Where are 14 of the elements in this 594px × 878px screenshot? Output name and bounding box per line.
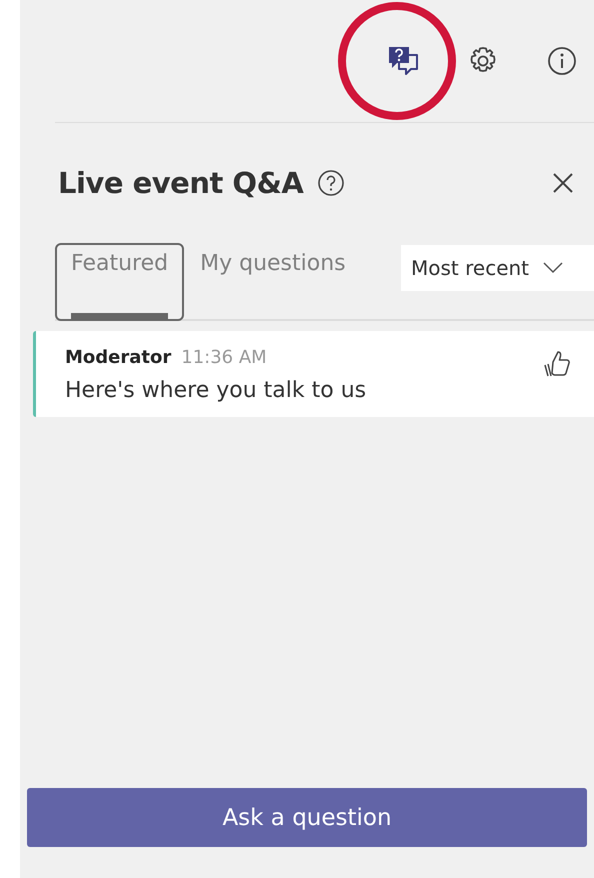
question-text: Here's where you talk to us [65, 378, 366, 403]
ask-question-button[interactable]: Ask a question [27, 788, 587, 847]
question-chat-icon [389, 47, 418, 75]
author-name: Moderator [65, 347, 172, 368]
tab[interactable]: My questions [184, 243, 362, 321]
panel-title: Live event Q&A [58, 166, 304, 200]
info-icon [548, 47, 576, 75]
timestamp: 11:36 AM [181, 347, 267, 368]
chevron-icon [543, 262, 564, 274]
settings-icon [470, 47, 496, 72]
like-button[interactable] [544, 349, 572, 379]
help-icon[interactable] [317, 169, 346, 197]
sort-dropdown[interactable]: Most recent [401, 245, 594, 291]
tab[interactable]: Featured [55, 243, 184, 321]
